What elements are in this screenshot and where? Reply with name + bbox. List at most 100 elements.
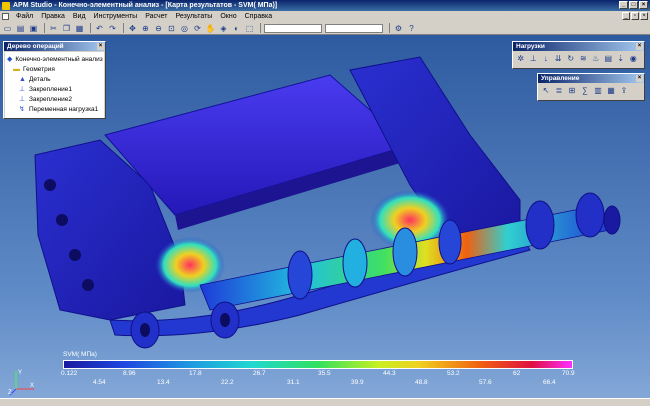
main-toolbar: ▭ ▤ ▣ ✂ ❐ ▦ ↶ ↷ ✥ ⊕ ⊖ ⊡ ◎ ⟳ ✋ ◈ ◐ ⬚ ⚙ ? [0,22,650,35]
properties-icon[interactable]: ≣ [554,85,564,95]
close-icon[interactable]: × [636,43,643,50]
app-window: APM Studio - Конечно-элементный анализ -… [0,0,650,406]
axis-triad: X Y Z [8,370,34,396]
toolbar-separator [44,23,45,33]
zoom-in-icon[interactable]: ⊕ [140,23,151,34]
folder-icon: ▬ [13,65,20,73]
gear-load-icon[interactable]: ✲ [516,53,526,63]
menu-results[interactable]: Результаты [171,13,216,20]
cut-icon[interactable]: ✂ [48,23,59,34]
menu-window[interactable]: Окно [216,13,240,20]
doc-restore-button[interactable]: ▫ [631,12,639,20]
doc-close-button[interactable]: × [640,12,648,20]
move-icon[interactable]: ✥ [127,23,138,34]
graphics-viewport[interactable]: Дерево операций × ◆ Конечно-элементный а… [0,35,650,406]
force-icon[interactable]: ↓ [541,53,551,63]
mount-hole [69,249,81,261]
maximize-button[interactable]: □ [629,1,638,9]
legend-tick: 44.3 [383,370,396,377]
legend-tick: 4.54 [93,379,106,386]
distributed-load-icon[interactable]: ≋ [579,53,589,63]
constraint-icon: ⊥ [19,95,26,103]
shaft-ring [575,192,605,238]
tree-item-load[interactable]: ↯ Переменная нагрузка1 [7,104,102,114]
close-button[interactable]: × [639,1,648,9]
tree-item-label: Геометрия [23,65,55,73]
render-icon[interactable]: ◐ [231,23,242,34]
doc-minimize-button[interactable]: _ [622,12,630,20]
control-toolbar: ↖ ≣ ⊞ ∑ ▥ ▦ ⇪ [538,83,644,97]
tree-item-constraint1[interactable]: ⊥ Закрепление1 [7,84,102,94]
tree-item-part[interactable]: ▲ Деталь [7,74,102,84]
tree-item-label: Переменная нагрузка1 [29,105,99,113]
save-icon[interactable]: ▣ [28,23,39,34]
results-icon[interactable]: ▥ [593,85,603,95]
fea-root-icon: ◆ [7,55,13,63]
tree-item-constraint2[interactable]: ⊥ Закрепление2 [7,94,102,104]
legend-tick: 26.7 [253,370,266,377]
shaft-ring [287,250,313,300]
menu-edit[interactable]: Правка [37,13,69,20]
menu-help[interactable]: Справка [241,13,276,20]
zoom-out-icon[interactable]: ⊖ [153,23,164,34]
zoom-window-icon[interactable]: ⊡ [166,23,177,34]
menu-calc[interactable]: Расчет [141,13,171,20]
new-file-icon[interactable]: ▭ [2,23,13,34]
zoom-fit-icon[interactable]: ◎ [179,23,190,34]
wireframe-icon[interactable]: ⬚ [244,23,255,34]
legend-tick: 0.122 [61,370,78,377]
title-bar: APM Studio - Конечно-элементный анализ -… [0,0,650,11]
close-icon[interactable]: × [97,43,104,50]
tree-item-root[interactable]: ◆ Конечно-элементный анализ [7,54,103,64]
window-controls: _ □ × [619,1,648,9]
legend-tick: 17.8 [189,370,202,377]
layer-field[interactable] [264,23,322,33]
gravity-icon[interactable]: ⇣ [616,53,626,63]
bearing-hole [140,323,150,337]
open-folder-icon[interactable]: ▤ [15,23,26,34]
moment-icon[interactable]: ↻ [566,53,576,63]
tree-item-label: Закрепление2 [29,95,72,103]
export-icon[interactable]: ⇪ [619,85,629,95]
copy-icon[interactable]: ❐ [61,23,72,34]
minimize-button[interactable]: _ [619,1,628,9]
legend-tick: 35.5 [318,370,331,377]
paste-icon[interactable]: ▦ [74,23,85,34]
report-icon[interactable]: ▦ [606,85,616,95]
mesh-icon[interactable]: ⊞ [567,85,577,95]
redo-icon[interactable]: ↷ [107,23,118,34]
document-icon[interactable] [2,13,9,20]
tree-item-geometry[interactable]: ▬ Геометрия [7,64,102,74]
style-field[interactable] [325,23,383,33]
fix-icon[interactable]: ⊥ [529,53,539,63]
shaft-ring [392,227,418,277]
load-icon: ↯ [19,105,25,113]
select-icon[interactable]: ↖ [541,85,551,95]
tree-item-label: Закрепление1 [29,85,72,93]
rotate-icon[interactable]: ⟳ [192,23,203,34]
control-panel-title: Управление [541,75,580,82]
pressure-icon[interactable]: ⇊ [554,53,564,63]
document-controls: _ ▫ × [622,12,648,20]
help-icon[interactable]: ? [406,23,417,34]
tree-item-label: Деталь [29,75,51,83]
loads-panel: Нагрузки × ✲ ⊥ ↓ ⇊ ↻ ≋ ♨ ▤ ⇣ ◉ [512,41,645,69]
mass-icon[interactable]: ▤ [604,53,614,63]
mount-hole [44,179,56,191]
pan-icon[interactable]: ✋ [205,23,216,34]
settings-icon[interactable]: ⚙ [393,23,404,34]
toolbar-separator [123,23,124,33]
menu-view[interactable]: Вид [69,13,90,20]
app-logo-icon [2,1,10,10]
temperature-icon[interactable]: ♨ [591,53,601,63]
calculate-icon[interactable]: ∑ [580,85,590,95]
view-icon[interactable]: ◈ [218,23,229,34]
operation-tree-title: Дерево операций [7,43,64,50]
menu-file[interactable]: Файл [12,13,37,20]
contact-icon[interactable]: ◉ [629,53,639,63]
undo-icon[interactable]: ↶ [94,23,105,34]
control-panel: Управление × ↖ ≣ ⊞ ∑ ▥ ▦ ⇪ [537,73,645,101]
menu-tools[interactable]: Инструменты [90,13,142,20]
close-icon[interactable]: × [636,75,643,82]
toolbar-separator [90,23,91,33]
